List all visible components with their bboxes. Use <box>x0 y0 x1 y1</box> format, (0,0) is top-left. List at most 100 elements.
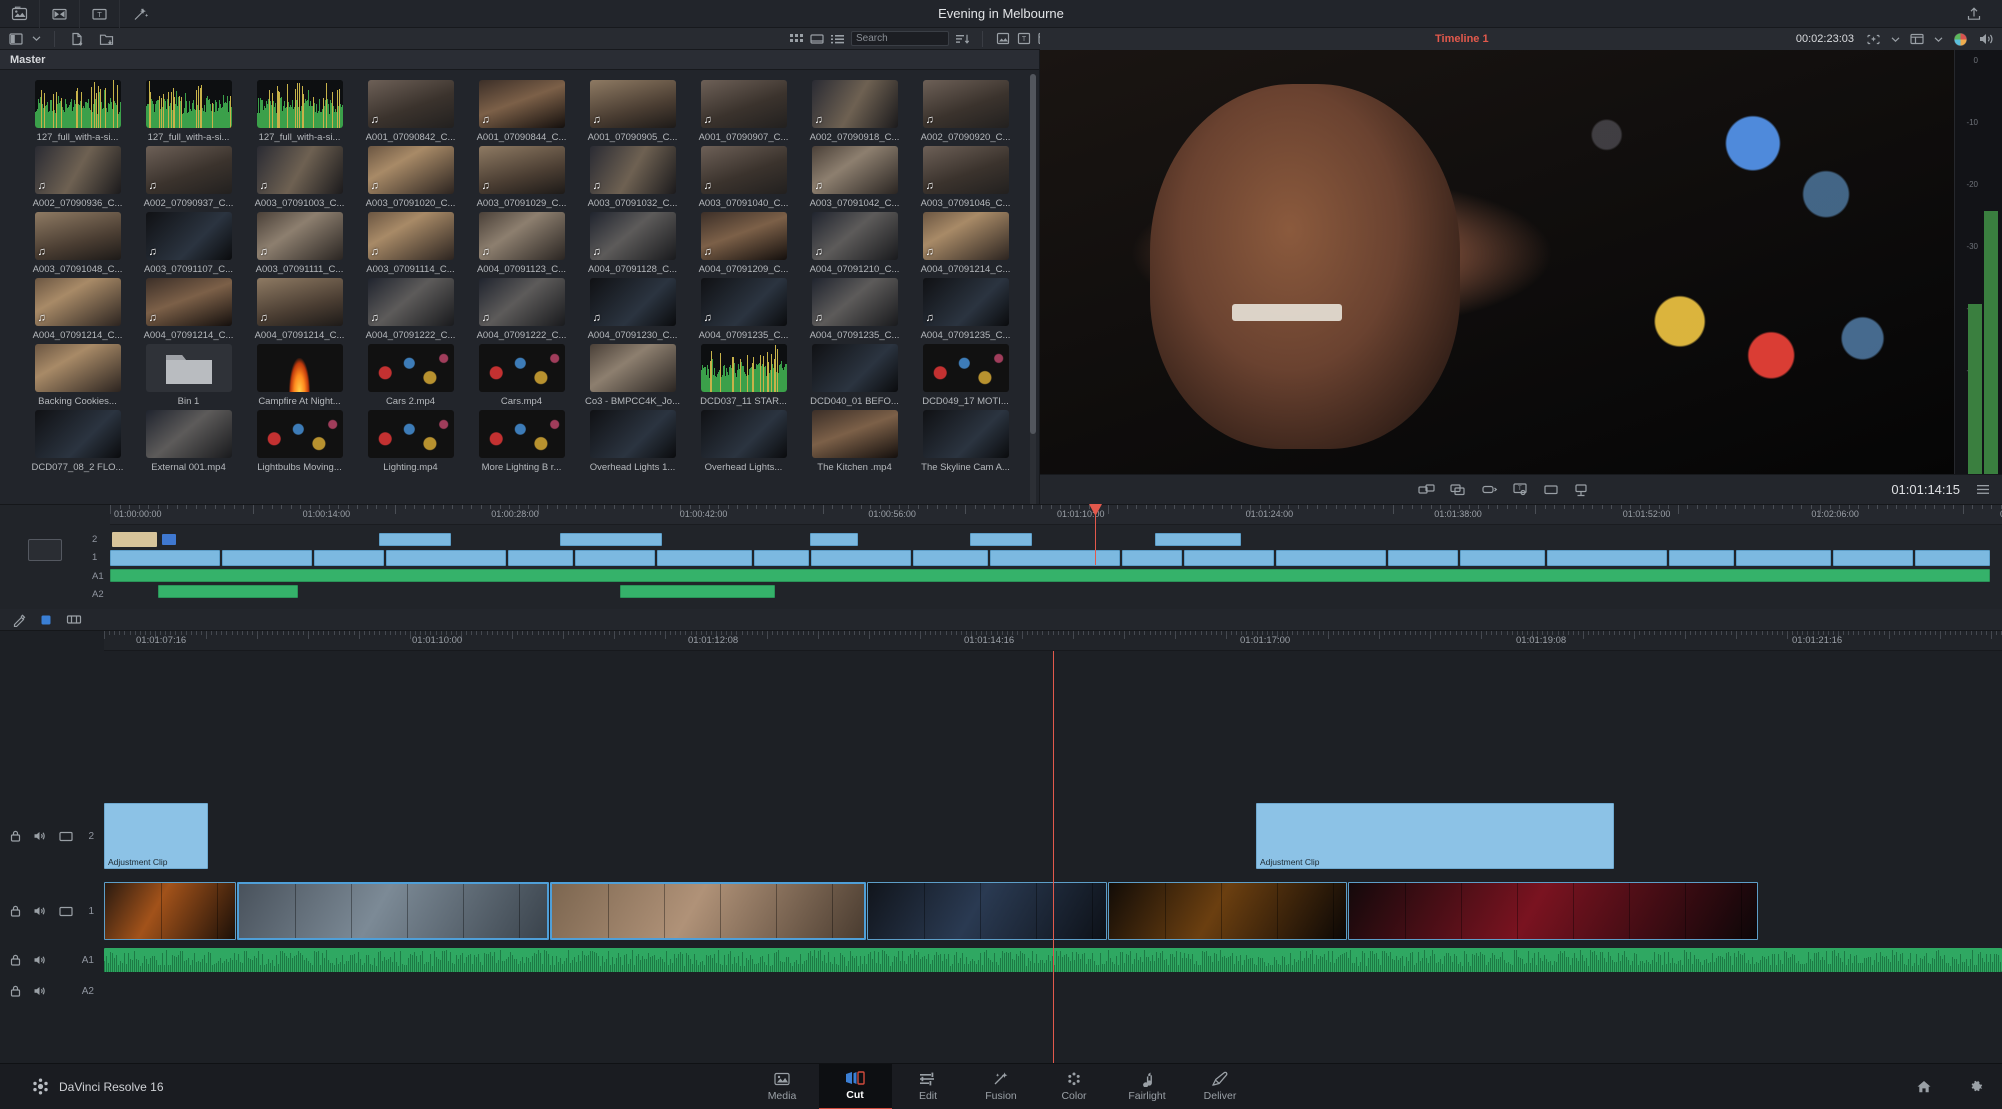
media-thumbnail[interactable] <box>479 344 565 392</box>
timeline-clip[interactable] <box>1108 882 1347 940</box>
split-screen-icon[interactable] <box>1543 483 1559 496</box>
media-pool-item[interactable]: ♫A003_07091029_C... <box>468 146 575 209</box>
media-thumbnail[interactable]: ♫ <box>479 278 565 326</box>
media-thumbnail[interactable] <box>923 344 1009 392</box>
media-thumbnail[interactable]: ♫ <box>701 278 787 326</box>
media-thumbnail[interactable]: ♫ <box>590 80 676 128</box>
media-pool-item[interactable]: ♫A004_07091209_C... <box>690 212 797 275</box>
smart-edit-icon[interactable] <box>1866 33 1881 46</box>
media-pool-item[interactable]: Overhead Lights... <box>690 410 797 473</box>
import-media-icon[interactable] <box>64 32 91 46</box>
media-thumbnail[interactable]: ♫ <box>923 212 1009 260</box>
overview-clip-v1[interactable] <box>1915 550 1990 566</box>
media-pool-item[interactable]: ♫A002_07090936_C... <box>24 146 131 209</box>
media-pool-item[interactable]: ♫A004_07091235_C... <box>801 278 908 341</box>
timeline-name[interactable]: Timeline 1 <box>1435 33 1489 45</box>
filmstrip-view-icon[interactable] <box>810 33 824 45</box>
media-thumbnail[interactable] <box>257 80 343 128</box>
media-pool-item[interactable]: External 001.mp4 <box>135 410 242 473</box>
search-input[interactable]: Search <box>851 31 949 46</box>
viewer-options-icon[interactable] <box>1976 484 1990 495</box>
transform-tool-icon[interactable] <box>1573 483 1589 497</box>
page-tab-cut[interactable]: Cut <box>819 1064 892 1109</box>
media-thumbnail[interactable] <box>257 410 343 458</box>
media-pool-item[interactable]: Overhead Lights 1... <box>579 410 686 473</box>
media-thumbnail[interactable] <box>35 344 121 392</box>
media-thumbnail[interactable] <box>590 410 676 458</box>
media-pool-item[interactable]: ♫A004_07091210_C... <box>801 212 908 275</box>
media-thumbnail[interactable]: ♫ <box>812 212 898 260</box>
media-pool-item[interactable]: DCD049_17 MOTI... <box>912 344 1019 407</box>
media-pool-item[interactable]: ♫A004_07091214_C... <box>135 278 242 341</box>
timeline-overview[interactable]: 01:00:00:0001:00:14:0001:00:28:0001:00:4… <box>0 504 2002 609</box>
edit-mode-icon[interactable] <box>12 613 26 627</box>
media-thumbnail[interactable] <box>923 410 1009 458</box>
media-thumbnail[interactable] <box>146 80 232 128</box>
media-pool-item[interactable]: ♫A001_07090842_C... <box>357 80 464 143</box>
track-header-1[interactable]: 1 <box>0 880 104 942</box>
overview-clip-v2[interactable] <box>560 533 662 546</box>
chevron-down-icon[interactable] <box>28 35 45 42</box>
overview-clip-v1[interactable] <box>1547 550 1667 566</box>
media-pool-item[interactable]: Lightbulbs Moving... <box>246 410 353 473</box>
media-pool-item[interactable]: ♫A004_07091128_C... <box>579 212 686 275</box>
media-thumbnail[interactable]: ♫ <box>701 80 787 128</box>
media-pool-item[interactable]: The Kitchen .mp4 <box>801 410 908 473</box>
chevron-down-icon[interactable] <box>1891 36 1900 43</box>
media-thumbnail[interactable]: ♫ <box>368 212 454 260</box>
adjustment-clip-1[interactable]: Adjustment Clip <box>104 803 208 869</box>
media-pool-item[interactable]: ♫A003_07091042_C... <box>801 146 908 209</box>
media-thumbnail[interactable] <box>35 80 121 128</box>
overview-clip-v1[interactable] <box>110 550 220 566</box>
timeline-overview-ruler[interactable]: 01:00:00:0001:00:14:0001:00:28:0001:00:4… <box>110 505 2002 525</box>
media-pool-item[interactable]: ♫A001_07090907_C... <box>690 80 797 143</box>
media-thumbnail[interactable]: ♫ <box>479 80 565 128</box>
media-pool-item[interactable]: ♫A004_07091214_C... <box>912 212 1019 275</box>
color-wheel-icon[interactable] <box>1953 32 1968 47</box>
media-pool-item[interactable]: ♫A004_07091235_C... <box>690 278 797 341</box>
media-pool-item[interactable]: ♫A001_07090844_C... <box>468 80 575 143</box>
media-thumbnail[interactable]: ♫ <box>590 212 676 260</box>
media-pool-item[interactable]: Co3 - BMPCC4K_Jo... <box>579 344 686 407</box>
lock-icon[interactable] <box>10 905 21 917</box>
media-pool-item[interactable]: Cars.mp4 <box>468 344 575 407</box>
media-thumbnail[interactable]: ♫ <box>923 278 1009 326</box>
timeline-clip[interactable] <box>550 882 866 940</box>
media-pool-item[interactable]: Lighting.mp4 <box>357 410 464 473</box>
media-pool-item[interactable]: ♫A004_07091214_C... <box>246 278 353 341</box>
media-thumbnail[interactable]: ♫ <box>368 146 454 194</box>
media-thumbnail[interactable]: ♫ <box>35 146 121 194</box>
overview-clip-v2[interactable] <box>810 533 858 546</box>
mute-icon[interactable] <box>33 905 47 917</box>
overview-clip-v2[interactable] <box>112 532 157 547</box>
lock-icon[interactable] <box>10 954 21 966</box>
overview-clip-v1[interactable] <box>386 550 506 566</box>
adjustment-clip-2[interactable]: Adjustment Clip <box>1256 803 1614 869</box>
media-thumbnail[interactable]: ♫ <box>257 146 343 194</box>
list-view-icon[interactable] <box>831 33 844 45</box>
overview-clip-v1[interactable] <box>1833 550 1913 566</box>
media-pool-item[interactable]: ♫A003_07091107_C... <box>135 212 242 275</box>
media-thumbnail[interactable]: ♫ <box>146 278 232 326</box>
audio-icon[interactable] <box>1978 32 1994 46</box>
overview-clip-v2[interactable] <box>970 533 1032 546</box>
media-pool-item[interactable]: ♫A002_07090920_C... <box>912 80 1019 143</box>
media-pool-item[interactable]: ♫A001_07090905_C... <box>579 80 686 143</box>
media-thumbnail[interactable]: ♫ <box>479 212 565 260</box>
media-thumbnail[interactable]: ♫ <box>923 146 1009 194</box>
snap-icon[interactable] <box>66 613 82 626</box>
media-pool-item[interactable]: ♫A003_07091111_C... <box>246 212 353 275</box>
overview-clip-v1[interactable] <box>657 550 752 566</box>
import-media-icon-2[interactable] <box>996 32 1010 45</box>
media-thumbnail[interactable]: ♫ <box>368 278 454 326</box>
media-thumbnail[interactable] <box>701 410 787 458</box>
track-header-a2[interactable]: A2 <box>0 978 104 1004</box>
lock-icon[interactable] <box>10 985 21 997</box>
overview-clip-a1[interactable] <box>110 569 1990 582</box>
media-thumbnail[interactable] <box>701 344 787 392</box>
media-thumbnail[interactable]: ♫ <box>701 146 787 194</box>
media-pool-item[interactable]: Backing Cookies... <box>24 344 131 407</box>
overview-playhead[interactable] <box>1095 505 1096 565</box>
track-header-a1[interactable]: A1 <box>0 946 104 974</box>
thumbnail-view-icon[interactable] <box>790 33 803 45</box>
